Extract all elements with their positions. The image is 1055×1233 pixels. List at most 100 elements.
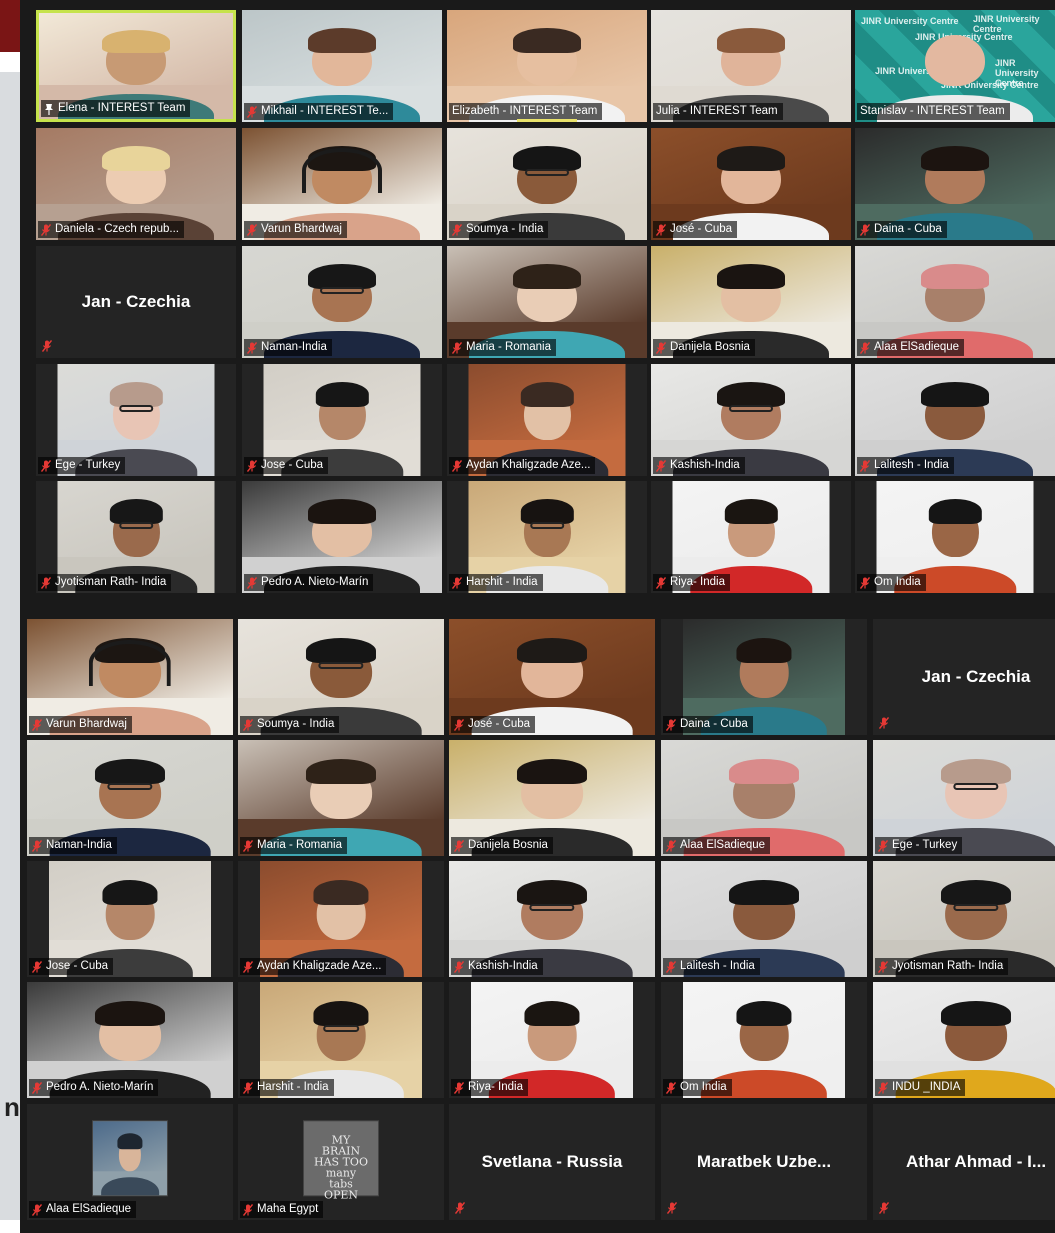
participant-tile[interactable]: Kashish-India — [651, 364, 851, 476]
participant-tile[interactable]: Daina - Cuba — [855, 128, 1055, 240]
participant-tile[interactable]: Soumya - India — [238, 619, 444, 735]
participant-tile[interactable]: Danijela Bosnia — [449, 740, 655, 856]
participant-tile[interactable]: Om India — [855, 481, 1055, 593]
mic-muted-icon — [454, 960, 464, 973]
participant-tile[interactable]: Mikhail - INTEREST Te... — [242, 10, 442, 122]
mic-muted-icon — [454, 1081, 464, 1094]
participant-name-label: Jose - Cuba — [29, 958, 114, 975]
participant-tile[interactable]: Jyotisman Rath- India — [36, 481, 236, 593]
participant-tile[interactable]: Kashish-India — [449, 861, 655, 977]
participant-tile[interactable]: Athar Ahmad - I... — [873, 1104, 1055, 1220]
participant-tile[interactable]: Maratbek Uzbe... — [661, 1104, 867, 1220]
participant-tile[interactable]: Naman-India — [27, 740, 233, 856]
participant-tile[interactable]: Aydan Khaligzade Aze... — [447, 364, 647, 476]
participant-name: Alaa ElSadieque — [680, 839, 766, 851]
mic-muted-icon — [878, 960, 888, 973]
mic-muted-icon — [247, 341, 257, 354]
participant-tile[interactable]: JINR University Centre JINR University Ce… — [855, 10, 1055, 122]
mic-muted-icon — [879, 1202, 889, 1214]
mic-muted-icon — [243, 1203, 253, 1216]
participant-tile[interactable]: Danijela Bosnia — [651, 246, 851, 358]
mic-muted-icon — [666, 960, 676, 973]
participant-hair — [520, 381, 574, 407]
participant-tile[interactable]: José - Cuba — [449, 619, 655, 735]
participant-name-label: Alaa ElSadieque — [663, 837, 771, 854]
participant-tile[interactable]: Daina - Cuba — [661, 619, 867, 735]
participant-tile[interactable]: Alaa ElSadieque — [661, 740, 867, 856]
participant-tile[interactable]: Harshit - India — [447, 481, 647, 593]
participant-tile[interactable]: Varun Bhardwaj — [27, 619, 233, 735]
participant-hair — [921, 381, 989, 407]
participant-name-label: Om India — [663, 1079, 732, 1096]
participant-tile[interactable]: Ege - Turkey — [36, 364, 236, 476]
participant-tile[interactable]: Daniela - Czech repub... — [36, 128, 236, 240]
participant-hair — [102, 145, 170, 171]
participant-hair — [305, 637, 377, 664]
participant-tile[interactable]: Julia - INTEREST Team — [651, 10, 851, 122]
participant-tile[interactable]: Alaa ElSadieque — [27, 1104, 233, 1220]
participant-name: José - Cuba — [670, 223, 733, 235]
participant-tile[interactable]: Soumya - India — [447, 128, 647, 240]
headset-icon — [302, 148, 382, 193]
participant-hair — [940, 1000, 1012, 1027]
participant-tile[interactable]: Alaa ElSadieque — [855, 246, 1055, 358]
participant-hair — [117, 1133, 143, 1150]
participant-hair — [921, 263, 989, 289]
mic-muted-icon — [41, 459, 51, 472]
participant-tile[interactable]: INDU _INDIA — [873, 982, 1055, 1098]
participant-tile[interactable]: Lalitesh - India — [855, 364, 1055, 476]
participant-tile[interactable]: Maria - Romania — [238, 740, 444, 856]
participant-name-label: Jyotisman Rath- India — [875, 958, 1009, 975]
participant-tile[interactable]: Pedro A. Nieto-Marín — [27, 982, 233, 1098]
participant-tile[interactable]: Maria - Romania — [447, 246, 647, 358]
participant-tile[interactable]: Ege - Turkey — [873, 740, 1055, 856]
participant-tile[interactable]: Jan - Czechia — [36, 246, 236, 358]
pin-icon — [44, 103, 54, 115]
participant-tile[interactable]: Jose - Cuba — [27, 861, 233, 977]
participant-tile[interactable]: Svetlana - Russia — [449, 1104, 655, 1220]
participant-tile[interactable]: José - Cuba — [651, 128, 851, 240]
logo-text: JINR University Centre — [973, 14, 1040, 34]
glasses-icon — [525, 169, 569, 177]
glasses-icon — [953, 903, 999, 911]
mic-muted-icon — [243, 960, 253, 973]
participant-tile[interactable]: Pedro A. Nieto-Marín — [242, 481, 442, 593]
participant-name-label: Varun Bhardwaj — [244, 221, 347, 238]
participant-hair — [102, 29, 170, 54]
participant-name-label: Ege - Turkey — [875, 837, 963, 854]
participant-tile[interactable]: Elizabeth - INTEREST Team — [447, 10, 647, 122]
glasses-icon — [318, 661, 364, 669]
glasses-icon — [953, 782, 999, 790]
participant-tile[interactable]: Jose - Cuba — [242, 364, 442, 476]
glasses-icon — [323, 1024, 359, 1032]
participant-name-label: Alaa ElSadieque — [29, 1201, 137, 1218]
profile-picture-text: MY BRAIN HAS TOO many tabs OPEN — [314, 1133, 368, 1202]
participant-name: Alaa ElSadieque — [874, 341, 960, 353]
participant-name-display: Athar Ahmad - I... — [905, 1152, 1047, 1171]
participant-tile[interactable]: Jan - Czechia — [873, 619, 1055, 735]
logo-text: JINR University Centre — [995, 58, 1039, 88]
participant-tile[interactable]: Om India — [661, 982, 867, 1098]
participant-tile[interactable]: Lalitesh - India — [661, 861, 867, 977]
mic-muted-icon — [454, 718, 464, 731]
participant-name-display: Svetlana - Russia — [481, 1152, 623, 1171]
participant-name: Harshit - India — [466, 576, 538, 588]
participant-tile[interactable]: Harshit - India — [238, 982, 444, 1098]
profile-picture — [93, 1121, 167, 1196]
participant-tile[interactable]: Riya- India — [651, 481, 851, 593]
logo-text: JINR University Centre — [861, 16, 959, 26]
mic-muted-icon — [878, 839, 888, 852]
participant-tile[interactable]: Aydan Khaligzade Aze... — [238, 861, 444, 977]
mic-muted-icon — [656, 341, 666, 354]
participant-tile[interactable]: Naman-India — [242, 246, 442, 358]
participant-tile[interactable]: Jyotisman Rath- India — [873, 861, 1055, 977]
participant-tile[interactable]: Varun Bhardwaj — [242, 128, 442, 240]
slide-sidebar: n — [0, 0, 20, 1233]
mic-muted-icon — [32, 1081, 42, 1094]
participant-name: Naman-India — [46, 839, 112, 851]
participant-name: Riya- India — [468, 1081, 523, 1093]
participant-name-label: Varun Bhardwaj — [29, 716, 132, 733]
participant-tile[interactable]: Riya- India — [449, 982, 655, 1098]
participant-tile[interactable]: MY BRAIN HAS TOO many tabs OPEN Maha Egyp… — [238, 1104, 444, 1220]
participant-tile[interactable]: Elena - INTEREST Team — [36, 10, 236, 122]
